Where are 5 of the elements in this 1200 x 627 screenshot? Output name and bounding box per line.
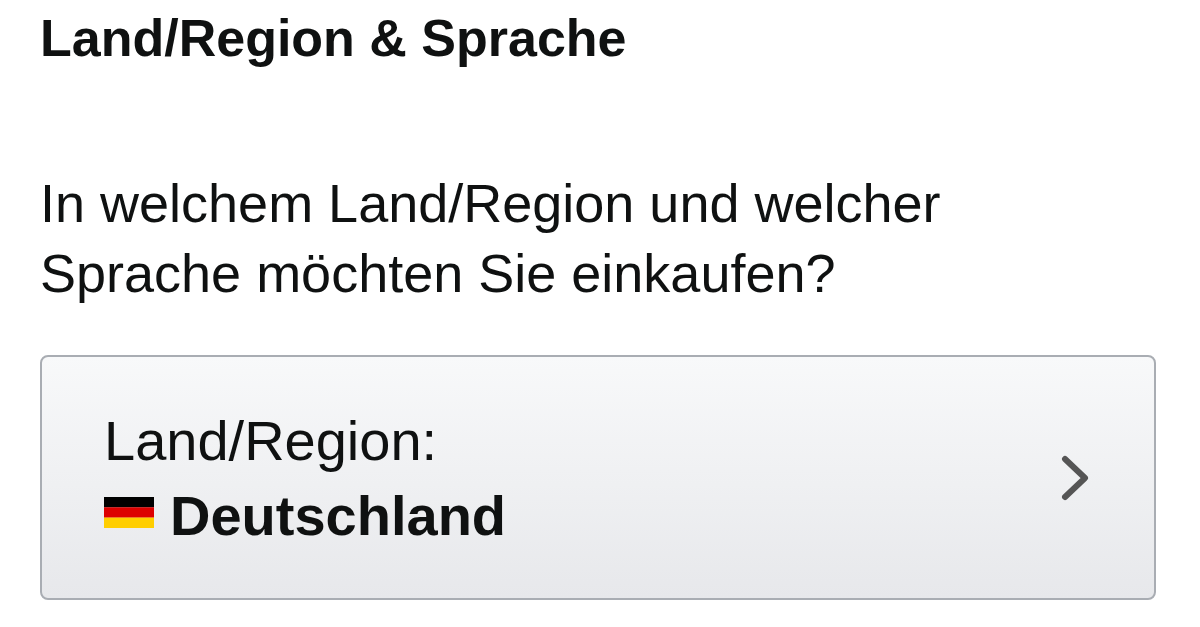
flag-icon <box>104 497 154 528</box>
question-text: In welchem Land/Region und welcher Sprache möchten Sie einkaufen? <box>40 172 942 305</box>
chevron-right-icon <box>1061 454 1089 501</box>
section-heading: Land/Region & Sprache <box>40 8 627 69</box>
country-selector-button[interactable]: Land/Region: Deutschland <box>40 355 1156 600</box>
